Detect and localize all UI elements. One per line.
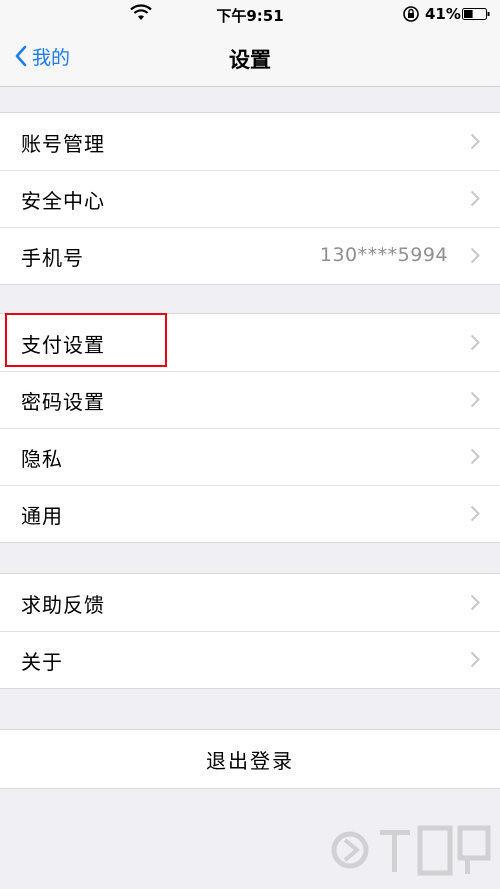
rotation-lock-icon bbox=[403, 6, 419, 22]
settings-item-security-center[interactable]: 安全中心 bbox=[0, 170, 500, 227]
chevron-right-icon bbox=[470, 448, 480, 465]
settings-item-privacy[interactable]: 隐私 bbox=[0, 428, 500, 485]
settings-item-label: 手机号 bbox=[21, 246, 84, 270]
highlight-box bbox=[5, 313, 167, 367]
settings-item-password-settings[interactable]: 密码设置 bbox=[0, 371, 500, 428]
settings-group-support: 求助反馈 关于 bbox=[0, 573, 500, 689]
logout-button[interactable]: 退出登录 bbox=[0, 729, 500, 789]
chevron-right-icon bbox=[470, 247, 480, 264]
settings-item-help-feedback[interactable]: 求助反馈 bbox=[0, 574, 500, 631]
chevron-right-icon bbox=[470, 651, 480, 668]
settings-item-account-management[interactable]: 账号管理 bbox=[0, 113, 500, 170]
chevron-right-icon bbox=[470, 334, 480, 351]
battery-icon bbox=[462, 8, 490, 20]
chevron-right-icon bbox=[470, 190, 480, 207]
settings-item-label: 关于 bbox=[21, 650, 63, 674]
chevron-right-icon bbox=[470, 133, 480, 150]
watermark-logo bbox=[331, 825, 491, 876]
settings-group-account: 账号管理 安全中心 手机号 130****5994 bbox=[0, 112, 500, 285]
chevron-right-icon bbox=[470, 391, 480, 408]
settings-item-label: 求助反馈 bbox=[21, 593, 105, 617]
settings-item-label: 密码设置 bbox=[21, 390, 105, 414]
chevron-right-icon bbox=[470, 505, 480, 522]
navigation-bar: 我的 设置 bbox=[0, 28, 500, 87]
phone-number-value: 130****5994 bbox=[319, 244, 448, 266]
settings-item-label: 账号管理 bbox=[21, 132, 105, 156]
settings-item-label: 通用 bbox=[21, 504, 63, 528]
status-bar: 下午9:51 41% bbox=[0, 0, 500, 28]
settings-item-label: 安全中心 bbox=[21, 189, 105, 213]
settings-item-phone-number[interactable]: 手机号 130****5994 bbox=[0, 227, 500, 284]
settings-item-about[interactable]: 关于 bbox=[0, 631, 500, 688]
settings-item-general[interactable]: 通用 bbox=[0, 485, 500, 542]
chevron-right-icon bbox=[470, 594, 480, 611]
page-title: 设置 bbox=[229, 48, 271, 72]
logout-label: 退出登录 bbox=[206, 749, 294, 773]
settings-item-label: 隐私 bbox=[21, 447, 63, 471]
battery-percent: 41% bbox=[425, 5, 461, 23]
